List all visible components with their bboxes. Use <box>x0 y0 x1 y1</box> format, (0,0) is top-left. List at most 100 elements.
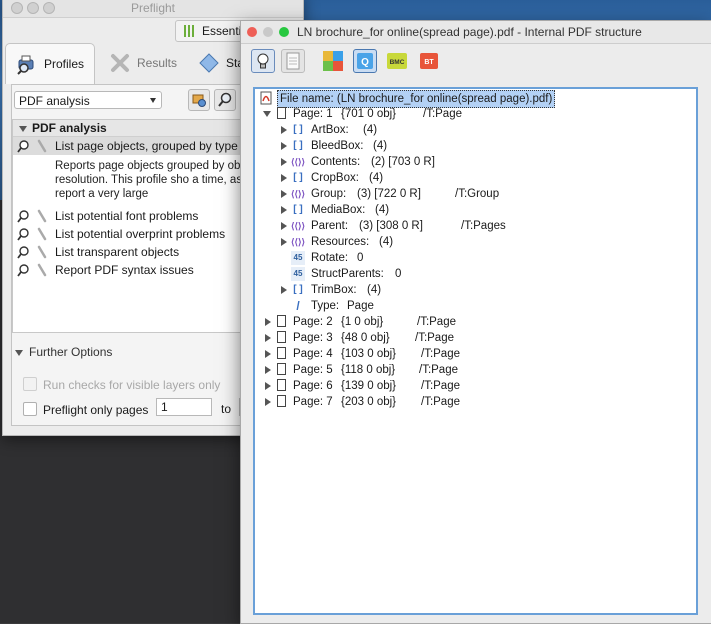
document-button[interactable] <box>281 49 305 73</box>
only-pages-checkbox[interactable] <box>23 402 37 416</box>
printer-magnifier-icon <box>17 55 34 75</box>
puzzle-button[interactable] <box>321 49 345 73</box>
pdf-structure-tree[interactable]: File name: (LN brochure_for online(sprea… <box>253 87 698 615</box>
dictionary-icon: ⟨⟨⟩⟩ <box>291 221 306 231</box>
edit-profile-button[interactable] <box>188 89 210 111</box>
array-icon: [ ] <box>293 124 303 135</box>
tree-node-child[interactable]: [ ] MediaBox: (4) <box>279 202 679 218</box>
lightbulb-button[interactable] <box>251 49 275 73</box>
number-icon: 45 <box>291 251 305 265</box>
bt-puzzle-icon: BT <box>420 53 438 69</box>
tree-node-child[interactable]: [ ] BleedBox: (4) <box>279 138 679 154</box>
page-from-field[interactable]: 1 <box>156 398 212 416</box>
node-key: Resources: <box>311 236 370 248</box>
tab-results[interactable]: Results <box>99 43 187 83</box>
close-button[interactable] <box>247 27 257 37</box>
tree-node-child[interactable]: ⟨⟨⟩⟩ Resources: (4) <box>279 234 679 250</box>
tree-node-child[interactable]: ⟨⟨⟩⟩ Parent: (3) [308 0 R] /T:Pages <box>279 218 679 234</box>
tree-node-page[interactable]: Page: 4 {103 0 obj} /T:Page <box>263 346 683 362</box>
node-key: Group: <box>311 188 347 200</box>
library-select[interactable]: PDF analysis <box>14 91 162 109</box>
visible-layers-label: Run checks for visible layers only <box>43 378 221 392</box>
page-icon <box>277 363 286 375</box>
q-puzzle-icon: Q <box>357 53 373 69</box>
array-icon: [ ] <box>293 140 303 151</box>
profile-item-label: List potential overprint problems <box>55 227 226 241</box>
pdf-structure-window: LN brochure_for online(spread page).pdf … <box>240 20 711 624</box>
disclosure-closed-icon <box>281 126 287 134</box>
array-icon: [ ] <box>293 204 303 215</box>
node-object: {203 0 obj} <box>341 396 397 408</box>
node-value: (3) [722 0 R] <box>357 188 421 200</box>
zoom-button[interactable] <box>279 27 289 37</box>
further-options-toggle[interactable]: Further Options <box>15 345 112 359</box>
lightbulb-icon <box>257 53 269 69</box>
tree-node-page[interactable]: Page: 6 {139 0 obj} /T:Page <box>263 378 683 394</box>
tree-node-child[interactable]: 45 Rotate: 0 <box>279 250 679 266</box>
disclosure-closed-icon <box>265 366 271 374</box>
q-puzzle-button[interactable]: Q <box>353 49 377 73</box>
node-value: (4) <box>363 124 378 136</box>
tree-node-child[interactable]: ⟨⟨⟩⟩ Contents: (2) [703 0 R] <box>279 154 679 170</box>
bmc-puzzle-icon: BMC <box>387 53 407 69</box>
structure-title: LN brochure_for online(spread page).pdf … <box>297 25 642 39</box>
disclosure-closed-icon <box>281 142 287 150</box>
dictionary-icon: ⟨⟨⟩⟩ <box>291 237 306 247</box>
page-icon <box>277 379 286 391</box>
node-value: (2) [703 0 R] <box>371 156 435 168</box>
chevron-down-icon <box>150 98 156 103</box>
tree-node-child[interactable]: / Type: Page <box>279 298 679 314</box>
tree-node-page[interactable]: Page: 2 {1 0 obj} /T:Page <box>263 314 683 330</box>
node-type: /T:Page <box>421 380 460 392</box>
node-key: StructParents: <box>311 268 384 280</box>
bmc-puzzle-button[interactable]: BMC <box>385 49 409 73</box>
node-value: (4) <box>375 204 390 216</box>
array-icon: [ ] <box>293 284 303 295</box>
node-type: /T:Page <box>419 364 458 376</box>
svg-text:BMC: BMC <box>390 59 405 66</box>
minimize-button[interactable] <box>263 27 273 37</box>
tree-node-child[interactable]: [ ] CropBox: (4) <box>279 170 679 186</box>
node-type: /T:Pages <box>461 220 506 232</box>
document-icon <box>286 52 300 70</box>
bars-icon <box>184 25 196 37</box>
tree-node-page[interactable]: Page: 7 {203 0 obj} /T:Page <box>263 394 683 410</box>
tree-node-child[interactable]: 45 StructParents: 0 <box>279 266 679 282</box>
tree-node-child[interactable]: [ ] ArtBox: (4) <box>279 122 679 138</box>
node-object: {118 0 obj} <box>341 364 396 376</box>
node-type: /T:Page <box>423 108 462 120</box>
tab-profiles[interactable]: Profiles <box>5 43 96 84</box>
preflight-title: Preflight <box>130 1 176 15</box>
pdf-file-icon <box>260 91 272 105</box>
node-value: (4) <box>379 236 394 248</box>
search-icon <box>218 92 232 107</box>
name-icon: / <box>296 299 300 313</box>
node-type: /T:Page <box>421 396 460 408</box>
tree-node-page[interactable]: Page: 1 {701 0 obj} /T:Page <box>263 106 683 122</box>
disclosure-closed-icon <box>265 398 271 406</box>
page-icon <box>277 107 286 119</box>
node-key: TrimBox: <box>311 284 357 296</box>
disclosure-closed-icon <box>265 334 271 342</box>
node-object: {103 0 obj} <box>341 348 397 360</box>
disclosure-closed-icon <box>281 238 287 246</box>
disclosure-closed-icon <box>265 318 271 326</box>
magnifier-wrench-icon <box>17 245 47 259</box>
node-label: Page: 7 <box>293 396 333 408</box>
tree-node-child[interactable]: ⟨⟨⟩⟩ Group: (3) [722 0 R] /T:Group <box>279 186 679 202</box>
visible-layers-checkbox[interactable] <box>23 377 37 391</box>
page-to-label: to <box>221 402 232 416</box>
tree-node-page[interactable]: Page: 3 {48 0 obj} /T:Page <box>263 330 683 346</box>
node-key: Rotate: <box>311 252 349 264</box>
node-label: Page: 4 <box>293 348 333 360</box>
bt-puzzle-button[interactable]: BT <box>417 49 441 73</box>
node-key: ArtBox: <box>311 124 349 136</box>
search-button[interactable] <box>214 89 236 111</box>
disclosure-open-icon <box>263 111 271 117</box>
tree-node-child[interactable]: [ ] TrimBox: (4) <box>279 282 679 298</box>
tree-node-page[interactable]: Page: 5 {118 0 obj} /T:Page <box>263 362 683 378</box>
node-value: (4) <box>369 172 384 184</box>
number-icon: 45 <box>291 267 305 281</box>
node-label: Page: 2 <box>293 316 333 328</box>
node-key: Type: <box>311 300 340 312</box>
